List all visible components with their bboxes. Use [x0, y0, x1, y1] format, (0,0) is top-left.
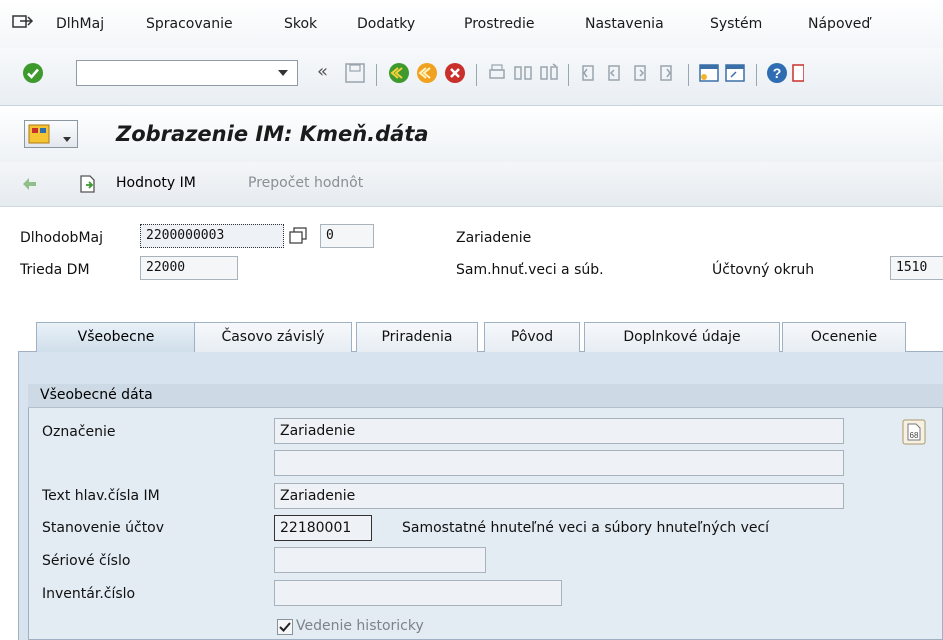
print-icon[interactable] — [486, 62, 508, 84]
account-determination-field[interactable]: 22180001 — [274, 515, 372, 541]
asset-number-field[interactable]: 2200000003 — [140, 224, 284, 248]
group-title-bar: Všeobecné dáta — [28, 384, 943, 408]
menu-bar: DlhMaj Spracovanie Skok Dodatky Prostred… — [0, 0, 943, 48]
first-page-icon[interactable] — [578, 62, 600, 84]
svg-text:68: 68 — [910, 431, 919, 440]
main-text-field[interactable]: Zariadenie — [274, 483, 844, 509]
menu-item-prostredie[interactable]: Prostredie — [464, 16, 534, 32]
display-document-icon[interactable] — [78, 174, 98, 194]
standard-toolbar: « ? — [0, 48, 943, 106]
menu-item-dodatky[interactable]: Dodatky — [357, 16, 415, 32]
asset-class-description: Sam.hnuť.veci a súb. — [456, 262, 604, 278]
help-icon[interactable]: ? — [766, 62, 788, 84]
new-session-icon[interactable] — [698, 62, 720, 84]
asset-class-label: Trieda DM — [20, 262, 90, 278]
account-determination-label: Stanovenie účtov — [42, 520, 165, 536]
exit-icon[interactable] — [416, 62, 438, 84]
page-title: Zobrazenie IM: Kmeň.dáta — [116, 122, 429, 146]
asset-subnumber-field[interactable]: 0 — [320, 224, 374, 248]
application-toolbar: Hodnoty IM Prepočet hodnôt — [0, 162, 943, 207]
asset-values-button[interactable]: Hodnoty IM — [116, 175, 196, 191]
chevron-down-icon[interactable] — [277, 69, 289, 77]
main-text-label: Text hlav.čísla IM — [42, 488, 160, 504]
previous-page-icon[interactable] — [604, 62, 626, 84]
back-icon[interactable] — [388, 62, 410, 84]
chevron-down-icon — [63, 137, 71, 142]
other-asset-icon[interactable] — [20, 174, 40, 194]
menu-exit-icon[interactable] — [12, 14, 34, 32]
find-next-icon[interactable] — [538, 62, 560, 84]
company-code-field[interactable]: 1510 — [890, 256, 943, 280]
save-icon[interactable] — [344, 62, 366, 84]
layout-icon[interactable] — [792, 62, 804, 84]
collapse-chevron-icon[interactable]: « — [317, 61, 328, 82]
tab-origin[interactable]: Pôvod — [484, 322, 580, 352]
next-page-icon[interactable] — [630, 62, 652, 84]
asset-description: Zariadenie — [456, 230, 532, 246]
tab-general[interactable]: Všeobecne — [36, 322, 196, 352]
inventory-number-label: Inventár.číslo — [42, 586, 136, 602]
history-checkbox[interactable] — [277, 619, 293, 635]
cancel-icon[interactable] — [444, 62, 466, 84]
tab-valuation[interactable]: Ocenenie — [782, 322, 906, 352]
sap-menu-icon — [28, 124, 50, 144]
enter-check-icon[interactable] — [22, 62, 44, 84]
menu-item-dlhmaj[interactable]: DlhMaj — [56, 16, 104, 32]
tab-additional-data[interactable]: Doplnkové údaje — [584, 322, 780, 352]
designation-second-line-field[interactable] — [274, 450, 844, 476]
menu-item-spracovanie[interactable]: Spracovanie — [146, 16, 233, 32]
designation-field[interactable]: Zariadenie — [274, 418, 844, 444]
find-icon[interactable] — [512, 62, 534, 84]
designation-label: Označenie — [42, 424, 116, 440]
menu-item-system[interactable]: Systém — [710, 16, 762, 32]
menu-item-skok[interactable]: Skok — [284, 16, 317, 32]
history-checkbox-label: Vedenie historicky — [296, 618, 424, 634]
menu-item-napoved[interactable]: Nápoveď — [808, 16, 870, 32]
svg-text:?: ? — [773, 65, 782, 81]
copy-icon[interactable] — [288, 227, 308, 245]
asset-class-field[interactable]: 22000 — [140, 256, 238, 280]
long-text-icon[interactable]: 68 — [902, 419, 926, 445]
shortcut-icon[interactable] — [724, 62, 746, 84]
last-page-icon[interactable] — [656, 62, 678, 84]
company-code-label: Účtovný okruh — [712, 262, 815, 278]
serial-number-field[interactable] — [274, 547, 486, 573]
asset-label: DlhodobMaj — [20, 230, 103, 246]
account-determination-description: Samostatné hnuteľné veci a súbory hnuteľ… — [402, 520, 770, 536]
inventory-number-field[interactable] — [274, 580, 562, 606]
command-field[interactable] — [76, 60, 298, 86]
menu-item-nastavenia[interactable]: Nastavenia — [585, 16, 664, 32]
tab-assignments[interactable]: Priradenia — [356, 322, 478, 352]
system-menu-button[interactable] — [24, 120, 78, 148]
serial-number-label: Sériové číslo — [42, 553, 131, 569]
tab-time-dependent[interactable]: Časovo závislý — [194, 322, 352, 352]
recalculate-values-button[interactable]: Prepočet hodnôt — [248, 175, 363, 191]
group-title: Všeobecné dáta — [40, 387, 153, 403]
